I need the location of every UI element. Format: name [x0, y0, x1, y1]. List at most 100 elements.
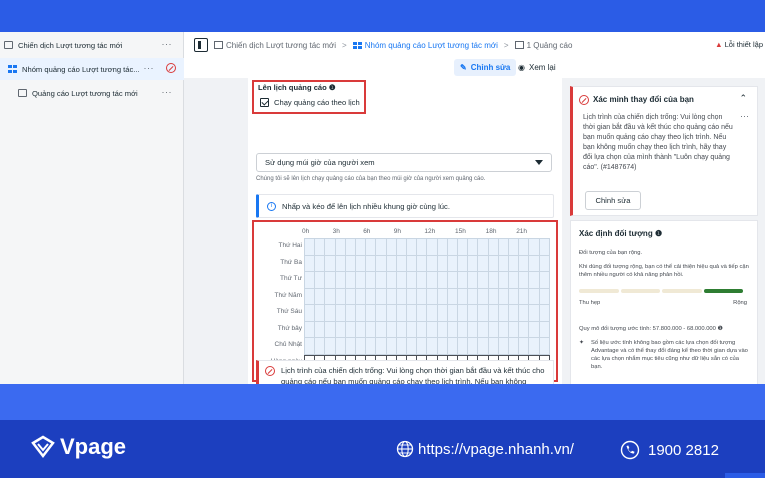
- review-button[interactable]: ◉ Xem lại: [518, 59, 556, 76]
- sidebar-item-campaign[interactable]: Chiến dịch Lượt tương tác mới ···: [0, 34, 184, 56]
- setup-error-warning[interactable]: ▲ Lỗi thiết lập: [715, 40, 763, 49]
- timezone-select[interactable]: Sử dụng múi giờ của người xem: [256, 153, 552, 172]
- sidebar-toggle-icon[interactable]: [194, 38, 208, 52]
- audience-subtitle: Đối tượng của bạn rộng.: [579, 250, 643, 256]
- day-label: Thứ Ba: [280, 258, 302, 266]
- hour-label: 6h: [363, 228, 371, 235]
- eye-icon: ◉: [518, 63, 525, 72]
- day-label: Chủ Nhật: [274, 341, 302, 348]
- sidebar-item-label: Nhóm quảng cáo Lượt tương tác...: [22, 64, 140, 74]
- caret-down-icon: [535, 160, 543, 165]
- vpage-logo-icon: [31, 435, 55, 459]
- campaign-icon: [4, 41, 13, 49]
- audience-card: Xác định đối tượng ❶ Đối tượng của bạn r…: [570, 220, 758, 384]
- breadcrumb-ads[interactable]: 1 Quảng cáo: [527, 41, 573, 50]
- info-icon: ❶: [717, 326, 723, 332]
- gauge-wide-label: Rộng: [733, 300, 747, 306]
- footer-website[interactable]: https://vpage.nhanh.vn/: [396, 440, 574, 458]
- adset-grid-icon: [8, 65, 17, 73]
- verify-changes-card: Xác minh thay đổi của bạn ⌃ Lịch trình c…: [570, 86, 758, 216]
- schedule-error-alert: Lịch trình của chiến dịch trống: Vui lòn…: [256, 360, 554, 384]
- brand-name: Vpage: [60, 434, 127, 459]
- warning-icon: ▲: [715, 40, 723, 49]
- footer-phone[interactable]: 1900 2812: [620, 440, 719, 460]
- hour-label: 0h: [302, 228, 310, 235]
- hour-cell[interactable]: [538, 254, 550, 272]
- pencil-icon: ✎: [460, 63, 467, 72]
- globe-icon: [396, 440, 414, 458]
- schedule-title-text: Lên lịch quảng cáo: [258, 83, 327, 92]
- sidebar-item-ad[interactable]: Quảng cáo Lượt tương tác mới ···: [0, 82, 184, 104]
- chevron-up-icon[interactable]: ⌃: [739, 93, 747, 104]
- info-icon: ❶: [654, 229, 663, 238]
- audience-card-title: Xác định đối tượng ❶: [579, 229, 662, 238]
- more-options-icon[interactable]: ···: [162, 87, 173, 97]
- audience-size-text: Quy mô đối tượng ước tính: 57.800.000 - …: [579, 326, 716, 332]
- brand-logo: Vpage: [30, 434, 126, 460]
- verify-card-text: Lịch trình của chiến dịch trống: Vui lòn…: [583, 114, 733, 171]
- hour-label: 15h: [455, 228, 466, 235]
- ad-icon: [514, 41, 524, 49]
- timezone-hint: Chúng tôi sẽ lên lịch chạy quảng cáo của…: [256, 176, 486, 182]
- adset-grid-icon: [352, 41, 362, 49]
- corner-accent: [725, 473, 765, 478]
- ads-manager-screenshot: Chiến dịch Lượt tương tác mới ··· Nhóm q…: [0, 32, 765, 384]
- timezone-value: Sử dụng múi giờ của người xem: [265, 158, 375, 167]
- campaign-icon: [214, 41, 223, 49]
- info-banner-text: Nhấp và kéo để lên lịch nhiều khung giờ …: [282, 201, 450, 211]
- more-options-icon[interactable]: ···: [162, 39, 173, 49]
- hour-label: 12h: [424, 228, 436, 235]
- sidebar-item-adset[interactable]: Nhóm quảng cáo Lượt tương tác... ···: [0, 58, 184, 80]
- chevron-right-icon: >: [342, 40, 347, 50]
- audience-desc: Khi dùng đối tượng rộng, bạn có thể cải …: [579, 264, 749, 278]
- day-label: Thứ Tư: [280, 275, 302, 282]
- day-label: Thứ Năm: [274, 291, 302, 299]
- phone-number: 1900 2812: [648, 441, 719, 459]
- verify-edit-button[interactable]: Chỉnh sửa: [585, 191, 641, 210]
- main-content: Lên lịch quảng cáo ❶ Chạy quảng cáo theo…: [184, 78, 765, 384]
- edit-button[interactable]: ✎ Chỉnh sửa: [454, 59, 517, 76]
- chevron-right-icon: >: [503, 40, 509, 50]
- bottom-band: [0, 384, 765, 420]
- breadcrumb-campaign[interactable]: Chiến dịch Lượt tương tác mới: [226, 41, 336, 50]
- gauge-narrow-label: Thu hẹp: [579, 300, 601, 306]
- verify-card-title: Xác minh thay đổi của bạn: [593, 95, 694, 104]
- schedule-checkbox-label: Chạy quảng cáo theo lịch: [274, 98, 360, 107]
- audience-title-text: Xác định đối tượng: [579, 229, 653, 238]
- more-options-icon[interactable]: ···: [144, 63, 155, 73]
- hour-cell[interactable]: [538, 287, 550, 305]
- day-label: Thứ Hai: [278, 242, 303, 249]
- hour-label: 9h: [393, 228, 402, 235]
- schedule-checkbox[interactable]: [260, 98, 269, 107]
- gauge-segment: [662, 289, 702, 293]
- schedule-title: Lên lịch quảng cáo ❶: [258, 83, 336, 92]
- breadcrumb-adset[interactable]: Nhóm quảng cáo Lượt tương tác mới: [365, 41, 498, 50]
- info-icon: ❶: [328, 83, 336, 92]
- hour-label: 18h: [485, 228, 497, 235]
- audience-note: Số liệu ước tính không bao gồm các lựa c…: [591, 340, 748, 370]
- phone-icon: [620, 440, 640, 460]
- sidebar-item-label: Quảng cáo Lượt tương tác mới: [32, 88, 138, 98]
- hour-cell[interactable]: [538, 271, 550, 289]
- sidebar: Chiến dịch Lượt tương tác mới ··· Nhóm q…: [0, 32, 184, 384]
- edit-review-bar: ✎ Chỉnh sửa ◉ Xem lại: [184, 58, 765, 78]
- ad-icon: [18, 89, 27, 97]
- audience-gauge: [579, 289, 743, 293]
- error-icon: [265, 366, 275, 376]
- gauge-segment: [579, 289, 619, 293]
- gauge-segment: [620, 289, 660, 293]
- audience-size: Quy mô đối tượng ước tính: 57.800.000 - …: [579, 325, 754, 333]
- website-url: https://vpage.nhanh.vn/: [418, 440, 574, 458]
- warning-label: Lỗi thiết lập: [724, 40, 763, 49]
- hour-label: 21h: [516, 228, 528, 235]
- hour-cell[interactable]: [538, 320, 550, 338]
- hour-cell[interactable]: [538, 304, 550, 322]
- info-banner: i Nhấp và kéo để lên lịch nhiều khung gi…: [256, 194, 554, 218]
- top-band: [0, 0, 765, 32]
- more-options-icon[interactable]: ···: [740, 111, 749, 121]
- hour-cell[interactable]: [538, 337, 550, 355]
- breadcrumb: Chiến dịch Lượt tương tác mới > Nhóm quả…: [184, 32, 765, 58]
- day-label: Thứ Sáu: [276, 308, 302, 315]
- hour-cell[interactable]: [538, 238, 550, 256]
- review-label: Xem lại: [528, 63, 556, 72]
